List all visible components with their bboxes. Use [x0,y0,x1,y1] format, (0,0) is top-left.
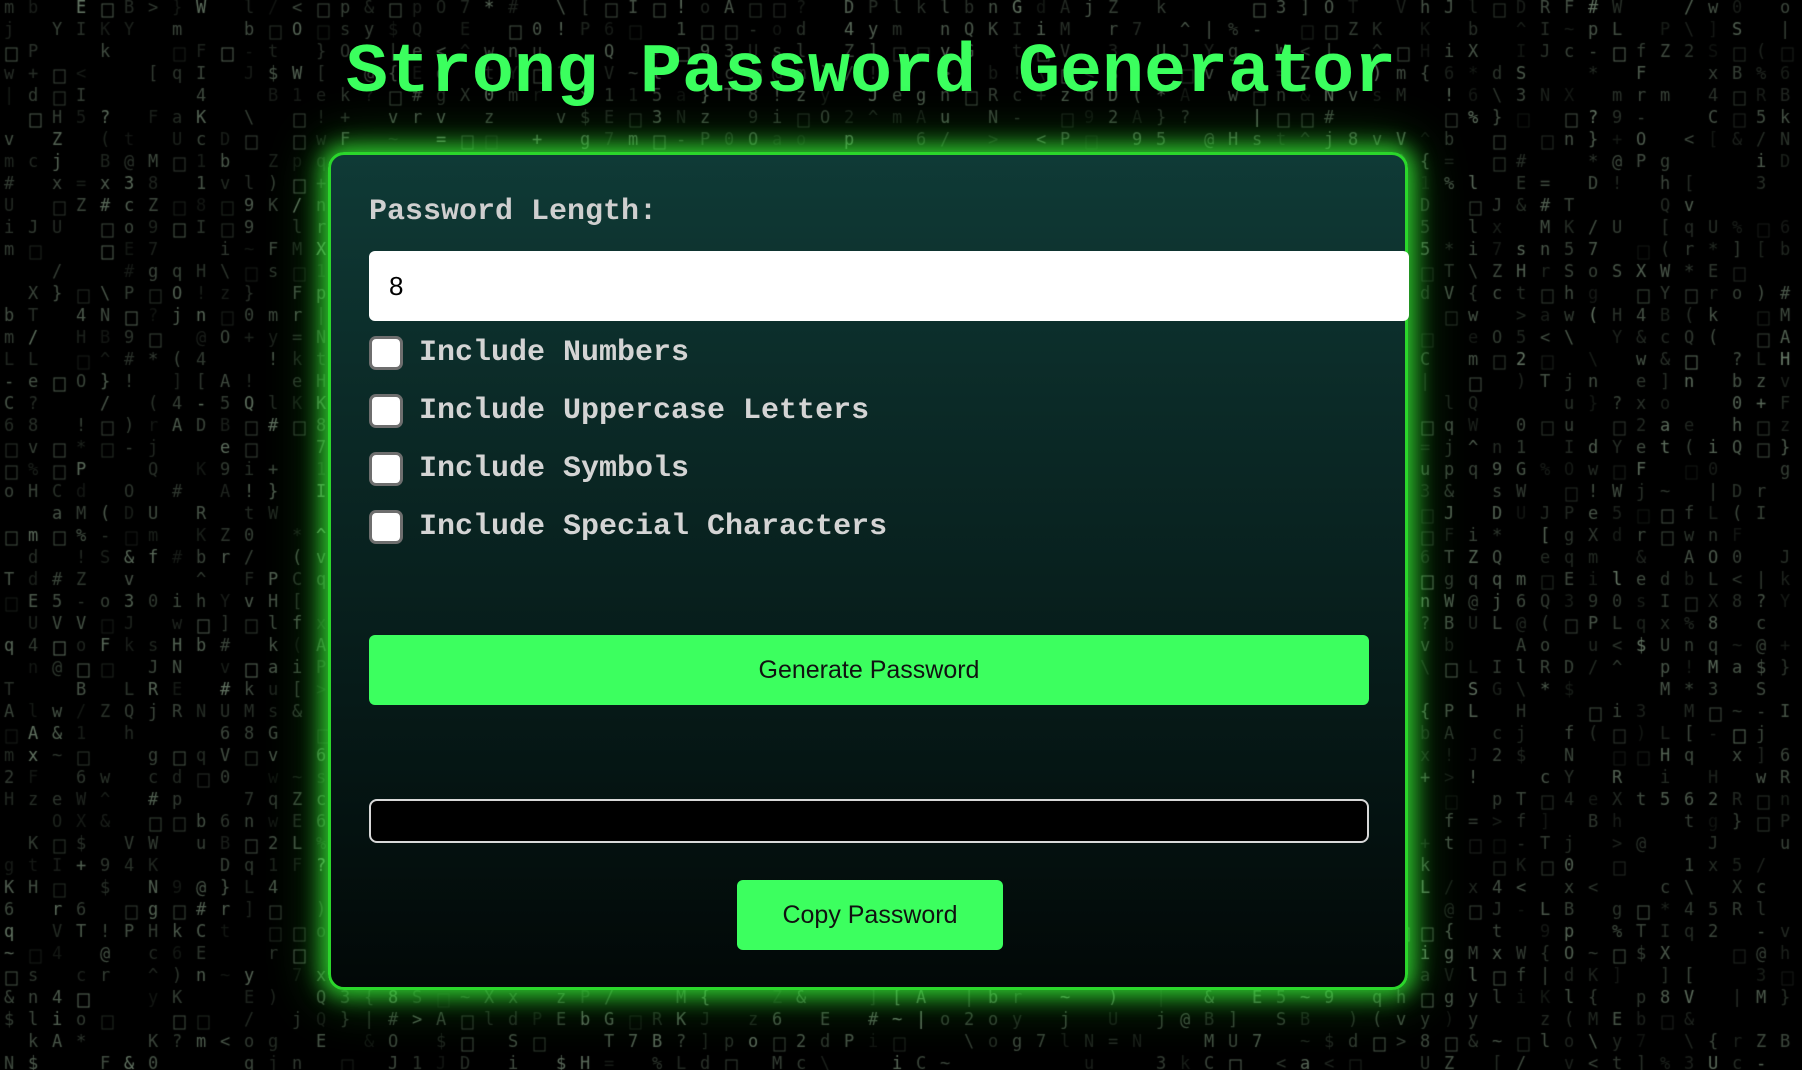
include-uppercase-checkbox[interactable] [369,394,403,428]
generator-card: Password Length: Include Numbers Include… [328,152,1409,990]
password-length-label: Password Length: [369,195,658,229]
include-numbers-label: Include Numbers [419,336,690,370]
page-title: Strong Password Generator [345,34,1397,113]
include-numbers-checkbox[interactable] [369,336,403,370]
password-length-input[interactable] [369,251,1409,321]
option-include-special[interactable]: Include Special Characters [369,507,887,547]
copy-password-button[interactable]: Copy Password [737,880,1003,950]
include-symbols-checkbox[interactable] [369,452,403,486]
include-symbols-label: Include Symbols [419,452,690,486]
include-special-checkbox[interactable] [369,510,403,544]
include-uppercase-label: Include Uppercase Letters [419,394,870,428]
generate-password-button[interactable]: Generate Password [369,635,1369,705]
include-special-label: Include Special Characters [419,510,888,544]
option-include-symbols[interactable]: Include Symbols [369,449,689,489]
option-include-numbers[interactable]: Include Numbers [369,333,689,373]
option-include-uppercase[interactable]: Include Uppercase Letters [369,391,869,431]
password-output-field[interactable] [369,799,1369,843]
